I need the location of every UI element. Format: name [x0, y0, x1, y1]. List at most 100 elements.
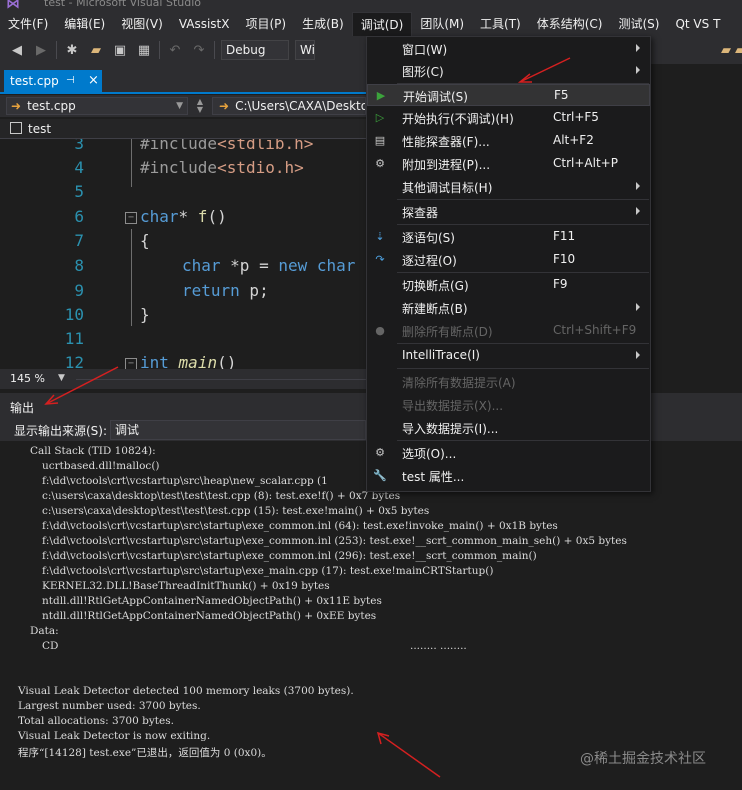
play-outline-icon: ▷	[375, 111, 385, 124]
code-text: int main()	[140, 353, 237, 369]
menu-item-toggle-breakpoint[interactable]: 切换断点(G) F9	[367, 274, 650, 296]
output-line: c:\users\caxa\desktop\test\test\test.cpp…	[42, 505, 430, 517]
menu-separator	[397, 368, 649, 369]
code-editor[interactable]: 3 #include<stdlib.h> 4 #include<stdio.h>…	[0, 139, 366, 369]
output-line: f:\dd\vctools\crt\vcstartup\src\startup\…	[42, 520, 558, 532]
menu-file[interactable]: 文件(F)	[0, 12, 56, 36]
arrow-right-icon: ➜	[11, 99, 22, 113]
open-file-icon[interactable]: ▰	[87, 41, 105, 59]
nav-file-label: test.cpp	[27, 99, 76, 113]
collapse-icon[interactable]: −	[125, 212, 137, 224]
menu-item-project-properties[interactable]: 🔧 test 属性...	[367, 465, 650, 487]
output-line: f:\dd\vctools\crt\vcstartup\src\startup\…	[42, 535, 627, 547]
output-line: ucrtbased.dll!malloc()	[42, 460, 160, 472]
code-line: 10 }	[0, 305, 366, 329]
code-line: 9 return p;	[0, 281, 366, 305]
toolbar-icon[interactable]: ▰	[735, 41, 742, 59]
menu-item-graphics[interactable]: 图形(C)	[367, 60, 650, 82]
menu-item-attach-to-process[interactable]: ⚙ 附加到进程(P)... Ctrl+Alt+P	[367, 153, 650, 175]
save-all-icon[interactable]: ▦	[135, 41, 153, 59]
menu-item-new-breakpoint[interactable]: 新建断点(B)	[367, 297, 650, 319]
menu-build[interactable]: 生成(B)	[294, 12, 352, 36]
menu-item-start-debugging[interactable]: ▶ 开始调试(S) F5	[367, 84, 650, 106]
menu-view[interactable]: 视图(V)	[113, 12, 171, 36]
collapse-icon[interactable]: −	[125, 358, 137, 369]
file-navigation-dropdown[interactable]: ➜ test.cpp ▼	[6, 97, 188, 115]
toolbar-icon[interactable]: ▰	[721, 41, 731, 59]
menu-qt-vs-tools[interactable]: Qt VS T	[667, 12, 728, 36]
menu-debug[interactable]: 调试(D)	[351, 12, 413, 36]
code-line: 3 #include<stdlib.h>	[0, 139, 366, 158]
line-number: 8	[74, 256, 84, 275]
output-source-label: 显示输出来源(S):	[14, 424, 108, 438]
output-line: f:\dd\vctools\crt\vcstartup\src\heap\new…	[42, 475, 328, 487]
menu-item-windows[interactable]: 窗口(W)	[367, 38, 650, 60]
menu-vassistx[interactable]: VAssistX	[171, 12, 238, 36]
menu-team[interactable]: 团队(M)	[412, 12, 472, 36]
menu-item-performance-profiler[interactable]: ▤ 性能探查器(F)... Alt+F2	[367, 130, 650, 152]
line-number: 5	[74, 182, 84, 201]
scope-bar: test	[0, 119, 366, 139]
menu-item-options[interactable]: ⚙ 选项(O)...	[367, 442, 650, 464]
output-line: ........ ........	[410, 640, 467, 652]
undo-icon[interactable]: ↶	[166, 41, 184, 59]
split-arrows-icon[interactable]: ▲ ▼	[194, 98, 206, 114]
menu-item-profiler[interactable]: 探查器	[367, 201, 650, 223]
menu-project[interactable]: 项目(P)	[237, 12, 294, 36]
scope-label[interactable]: test	[28, 122, 51, 136]
menu-item-clear-all-datatips[interactable]: 清除所有数据提示(A)	[367, 371, 650, 393]
close-icon[interactable]: ×	[88, 70, 99, 92]
output-source-select[interactable]: 调试	[110, 420, 366, 440]
chevron-down-icon[interactable]: ▼	[58, 373, 65, 383]
code-line: 5	[0, 182, 366, 206]
menu-item-delete-all-breakpoints[interactable]: ● 删除所有断点(D) Ctrl+Shift+F9	[367, 320, 650, 342]
menu-item-other-debug-targets[interactable]: 其他调试目标(H)	[367, 176, 650, 198]
horizontal-scrollbar[interactable]	[76, 379, 366, 380]
forward-icon[interactable]: ▶	[32, 41, 50, 59]
back-icon[interactable]: ◀	[8, 41, 26, 59]
menu-tools[interactable]: 工具(T)	[472, 12, 529, 36]
menu-architecture[interactable]: 体系结构(C)	[529, 12, 611, 36]
line-number: 9	[74, 281, 84, 300]
code-line: 12 − int main()	[0, 353, 366, 369]
menu-item-export-datatips[interactable]: 导出数据提示(X)...	[367, 394, 650, 416]
output-window-title[interactable]: 输出	[10, 399, 34, 416]
pin-icon[interactable]: ⊣	[66, 70, 75, 92]
toolbar-separator	[159, 41, 160, 59]
visual-studio-logo-icon: ⋈	[6, 0, 20, 12]
path-navigation-dropdown[interactable]: ➜ C:\Users\CAXA\Deskto	[212, 97, 366, 115]
output-line: ntdll.dll!RtlGetAppContainerNamedObjectP…	[42, 610, 377, 622]
menu-separator	[397, 440, 649, 441]
menu-item-step-over[interactable]: ↷ 逐过程(O) F10	[367, 249, 650, 271]
menu-separator	[397, 224, 649, 225]
output-line: KERNEL32.DLL!BaseThreadInitThunk() + 0x1…	[42, 580, 330, 592]
menu-item-step-into[interactable]: ⇣ 逐语句(S) F11	[367, 226, 650, 248]
solution-configuration-combo[interactable]: Debug	[221, 40, 289, 60]
output-text-area[interactable]: Call Stack (TID 10824): ucrtbased.dll!ma…	[0, 441, 742, 790]
code-line: 6 − char* f()	[0, 207, 366, 231]
submenu-arrow-icon	[636, 66, 640, 74]
menu-item-intellitrace[interactable]: IntelliTrace(I)	[367, 345, 650, 367]
menu-edit[interactable]: 编辑(E)	[56, 12, 113, 36]
debug-dropdown-menu: 窗口(W) 图形(C) ▶ 开始调试(S) F5 ▷ 开始执行(不调试)(H) …	[366, 36, 651, 492]
output-line: Visual Leak Detector detected 100 memory…	[18, 685, 354, 697]
menu-separator	[397, 343, 649, 344]
save-icon[interactable]: ▣	[111, 41, 129, 59]
menu-item-start-without-debugging[interactable]: ▷ 开始执行(不调试)(H) Ctrl+F5	[367, 107, 650, 129]
right-toolbar: ▰ ▰	[651, 36, 742, 64]
output-line: CD	[42, 640, 59, 652]
menu-item-import-datatips[interactable]: 导入数据提示(I)...	[367, 417, 650, 439]
tab-test-cpp[interactable]: test.cpp ⊣ ×	[4, 70, 102, 92]
code-text: }	[140, 305, 150, 324]
output-line: Call Stack (TID 10824):	[30, 445, 156, 457]
solution-platform-combo[interactable]: Wi	[295, 40, 315, 60]
new-project-icon[interactable]: ✱	[63, 41, 81, 59]
menu-test[interactable]: 测试(S)	[610, 12, 667, 36]
redo-icon[interactable]: ↷	[190, 41, 208, 59]
line-number: 11	[64, 329, 84, 348]
code-text: {	[140, 231, 150, 250]
output-line: Total allocations: 3700 bytes.	[18, 715, 174, 727]
toolbar-separator	[56, 41, 57, 59]
code-text: char* f()	[140, 207, 227, 226]
zoom-level[interactable]: 145 %	[10, 372, 45, 385]
